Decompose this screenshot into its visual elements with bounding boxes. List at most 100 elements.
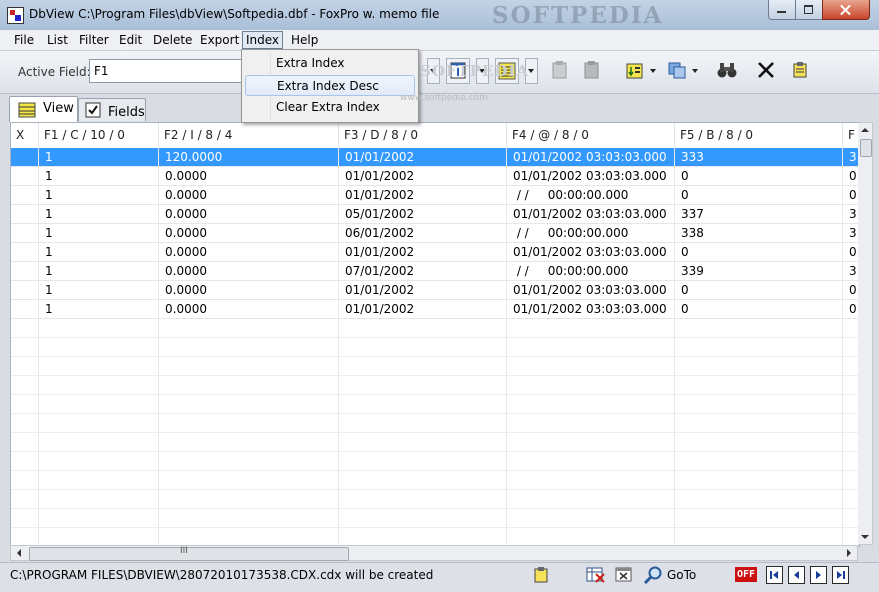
table-cell[interactable]: 0.0000 [159, 300, 339, 319]
minimize-button[interactable] [768, 0, 796, 20]
table-cell[interactable]: 0.0000 [159, 243, 339, 262]
table-cell[interactable] [11, 205, 39, 224]
table-cell[interactable] [11, 186, 39, 205]
menu-index[interactable]: Index [242, 31, 284, 49]
table-cell[interactable]: 1 [39, 281, 159, 300]
delete-x-icon[interactable] [755, 58, 777, 82]
table-cell[interactable]: 338 [675, 224, 843, 243]
table-cell[interactable]: 05/01/2002 [339, 205, 507, 224]
menu-export[interactable]: Export [197, 32, 242, 48]
table-cell[interactable] [11, 281, 39, 300]
magnifier-icon[interactable] [643, 566, 663, 585]
table-cell[interactable]: / / 00:00:00.000 [507, 186, 675, 205]
table-cell[interactable] [11, 262, 39, 281]
table-cell[interactable]: 01/01/2002 03:03:03.000 [507, 205, 675, 224]
column-header[interactable]: X [11, 123, 39, 148]
table-cell[interactable]: 01/01/2002 [339, 281, 507, 300]
paste-gray-icon[interactable] [581, 58, 603, 82]
table-cell[interactable]: 01/01/2002 [339, 148, 507, 167]
binoculars-icon[interactable] [716, 58, 738, 82]
copy-records-icon[interactable] [666, 58, 688, 82]
scroll-right-button[interactable] [842, 546, 856, 560]
table-cell[interactable]: 01/01/2002 [339, 167, 507, 186]
table-cell[interactable]: 0.0000 [159, 281, 339, 300]
table-cell[interactable]: 1 [39, 205, 159, 224]
table-row[interactable]: 1 0.0000 01/01/2002 01/01/2002 03:03:03.000… [11, 300, 859, 319]
previous-record-button[interactable] [788, 566, 805, 584]
table-cell[interactable]: 0 [675, 300, 843, 319]
table-row[interactable]: 1 0.0000 01/01/2002 / / 00:00:00.000 0 0 [11, 186, 859, 205]
column-header[interactable]: F3 / D / 8 / 0 [339, 123, 507, 148]
column-header[interactable]: F2 / I / 8 / 4 [159, 123, 339, 148]
table-cell[interactable]: 0.0000 [159, 186, 339, 205]
grid-delete-icon[interactable] [586, 566, 605, 583]
scroll-thumb[interactable] [860, 139, 872, 157]
tab-view[interactable]: View [9, 96, 78, 122]
table-row[interactable]: 1 0.0000 06/01/2002 / / 00:00:00.000 338 3 [11, 224, 859, 243]
table-cell[interactable]: 1 [39, 243, 159, 262]
active-field-combo[interactable]: F1 [89, 59, 251, 83]
table-cell[interactable]: / / 00:00:00.000 [507, 224, 675, 243]
table-cell[interactable]: 0 [675, 167, 843, 186]
table-cell[interactable]: 1 [39, 186, 159, 205]
table-cell[interactable]: 0 [675, 186, 843, 205]
table-cell[interactable]: / / 00:00:00.000 [507, 262, 675, 281]
table-cell[interactable]: 1 [39, 148, 159, 167]
memo-clipboard-icon[interactable] [790, 58, 812, 82]
table-cell[interactable]: 06/01/2002 [339, 224, 507, 243]
menu-file[interactable]: File [11, 32, 37, 48]
table-cell[interactable]: 1 [39, 262, 159, 281]
h-scroll-thumb[interactable]: III [29, 546, 349, 561]
data-grid[interactable]: X F1 / C / 10 / 0 F2 / I / 8 / 4 F3 / D / 8… [10, 122, 860, 547]
menu-filter[interactable]: Filter [76, 32, 112, 48]
table-cell[interactable]: 01/01/2002 03:03:03.000 [507, 300, 675, 319]
table-cell[interactable]: 1 [39, 224, 159, 243]
menu-item-extra-index-desc[interactable]: Extra Index Desc [245, 75, 415, 96]
table-cell[interactable]: 01/01/2002 03:03:03.000 [507, 243, 675, 262]
sort-dropdown-arrow[interactable] [650, 69, 656, 73]
close-button[interactable] [822, 0, 870, 20]
menu-help[interactable]: Help [288, 32, 321, 48]
table-cell[interactable] [11, 148, 39, 167]
table-row[interactable]: 1 120.0000 01/01/2002 01/01/2002 03:03:03.0… [11, 148, 859, 167]
table-cell[interactable]: 01/01/2002 03:03:03.000 [507, 281, 675, 300]
last-record-button[interactable] [832, 566, 849, 584]
next-record-button[interactable] [810, 566, 827, 584]
table-cell[interactable]: 0.0000 [159, 205, 339, 224]
table-cell[interactable]: 337 [675, 205, 843, 224]
horizontal-scrollbar[interactable]: III [10, 545, 858, 561]
scroll-left-button[interactable] [12, 546, 26, 560]
table-cell[interactable] [11, 300, 39, 319]
table-cell[interactable]: 0 [675, 281, 843, 300]
table-cell[interactable]: 1 [39, 300, 159, 319]
menu-edit[interactable]: Edit [116, 32, 145, 48]
table-cell[interactable]: 01/01/2002 [339, 186, 507, 205]
sort-icon[interactable] [624, 58, 646, 82]
table-cell[interactable]: 1 [39, 167, 159, 186]
table-cell[interactable]: 01/01/2002 03:03:03.000 [507, 167, 675, 186]
table-cell[interactable]: 0 [675, 243, 843, 262]
menu-item-extra-index[interactable]: Extra Index [245, 53, 415, 74]
menu-delete[interactable]: Delete [150, 32, 195, 48]
table-row[interactable]: 1 0.0000 01/01/2002 01/01/2002 03:03:03.000… [11, 281, 859, 300]
table-cell[interactable]: 07/01/2002 [339, 262, 507, 281]
menu-list[interactable]: List [44, 32, 71, 48]
off-badge[interactable]: OFF [735, 567, 757, 582]
table-cell[interactable]: 01/01/2002 03:03:03.000 [507, 148, 675, 167]
copy-dropdown-arrow[interactable] [692, 69, 698, 73]
close-window-icon[interactable] [615, 566, 632, 583]
table-cell[interactable]: 0.0000 [159, 167, 339, 186]
table-cell[interactable] [11, 224, 39, 243]
menu-item-clear-extra-index[interactable]: Clear Extra Index [245, 97, 415, 118]
maximize-button[interactable] [795, 0, 823, 20]
vertical-scrollbar[interactable] [858, 122, 873, 545]
column-header[interactable]: F5 / B / 8 / 0 [675, 123, 843, 148]
table-cell[interactable]: 0.0000 [159, 224, 339, 243]
column-header[interactable]: F1 / C / 10 / 0 [39, 123, 159, 148]
column-header[interactable]: F4 / @ / 8 / 0 [507, 123, 675, 148]
table-row[interactable]: 1 0.0000 01/01/2002 01/01/2002 03:03:03.000… [11, 167, 859, 186]
app-icon[interactable] [7, 7, 24, 24]
tab-fields[interactable]: Fields [78, 98, 146, 121]
table-cell[interactable]: 01/01/2002 [339, 243, 507, 262]
first-record-button[interactable] [766, 566, 783, 584]
